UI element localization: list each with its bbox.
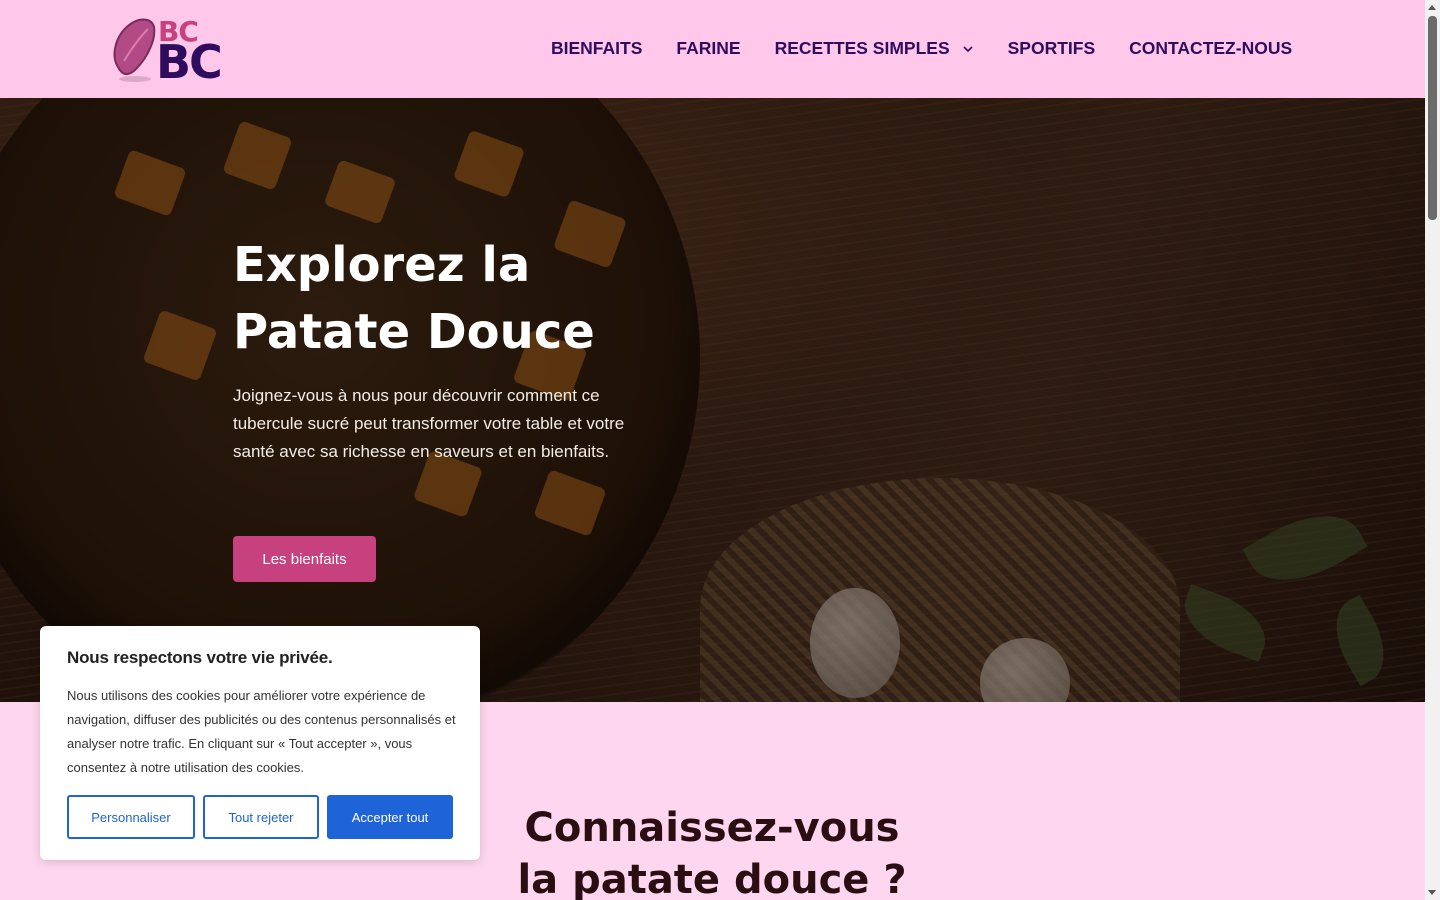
page-scrollbar[interactable] <box>1425 0 1440 900</box>
section-title: Connaissez-vous la patate douce ? <box>512 802 912 900</box>
scroll-down-arrow-icon[interactable] <box>1428 890 1436 895</box>
nav-item-recettes-simples[interactable]: RECETTES SIMPLES <box>775 38 974 59</box>
scroll-up-arrow-icon[interactable] <box>1428 5 1436 10</box>
nav-item-sportifs[interactable]: SPORTIFS <box>1008 38 1096 59</box>
section-title-line2: la patate douce ? <box>517 857 907 900</box>
sweet-potato-icon <box>113 18 156 82</box>
site-header: BC BC BIENFAITS FARINE RECETTES SIMPLES … <box>0 0 1425 98</box>
main-nav: BIENFAITS FARINE RECETTES SIMPLES SPORTI… <box>551 38 1292 59</box>
customize-button[interactable]: Personnaliser <box>67 795 195 839</box>
bienfaits-button[interactable]: Les bienfaits <box>233 536 376 582</box>
site-logo[interactable]: BC BC <box>110 15 230 89</box>
hero-title-line1: Explorez la <box>233 237 531 293</box>
cookie-banner: Nous respectons votre vie privée. Nous u… <box>40 626 480 860</box>
logo-text-bottom: BC <box>156 35 223 89</box>
scrollbar-thumb[interactable] <box>1428 16 1437 220</box>
section-title-line1: Connaissez-vous <box>524 805 900 851</box>
nav-item-contactez-nous[interactable]: CONTACTEZ-NOUS <box>1129 38 1292 59</box>
nav-item-bienfaits[interactable]: BIENFAITS <box>551 38 642 59</box>
cookie-text: Nous utilisons des cookies pour améliore… <box>67 688 456 775</box>
accept-all-button[interactable]: Accepter tout <box>327 795 453 839</box>
hero-overlay <box>0 98 1425 702</box>
reject-all-button[interactable]: Tout rejeter <box>203 795 319 839</box>
nav-item-farine[interactable]: FARINE <box>676 38 740 59</box>
hero-text: Joignez-vous à nous pour découvrir comme… <box>233 386 625 461</box>
cookie-title: Nous respectons votre vie privée. <box>67 648 333 667</box>
hero-title-line2: Patate Douce <box>233 304 595 360</box>
page: BC BC BIENFAITS FARINE RECETTES SIMPLES … <box>0 0 1425 900</box>
hero-title: Explorez la Patate Douce <box>233 232 733 366</box>
chevron-down-icon <box>963 45 973 52</box>
nav-item-label: RECETTES SIMPLES <box>774 38 950 58</box>
hero-section: Explorez la Patate Douce Joignez-vous à … <box>0 98 1425 702</box>
